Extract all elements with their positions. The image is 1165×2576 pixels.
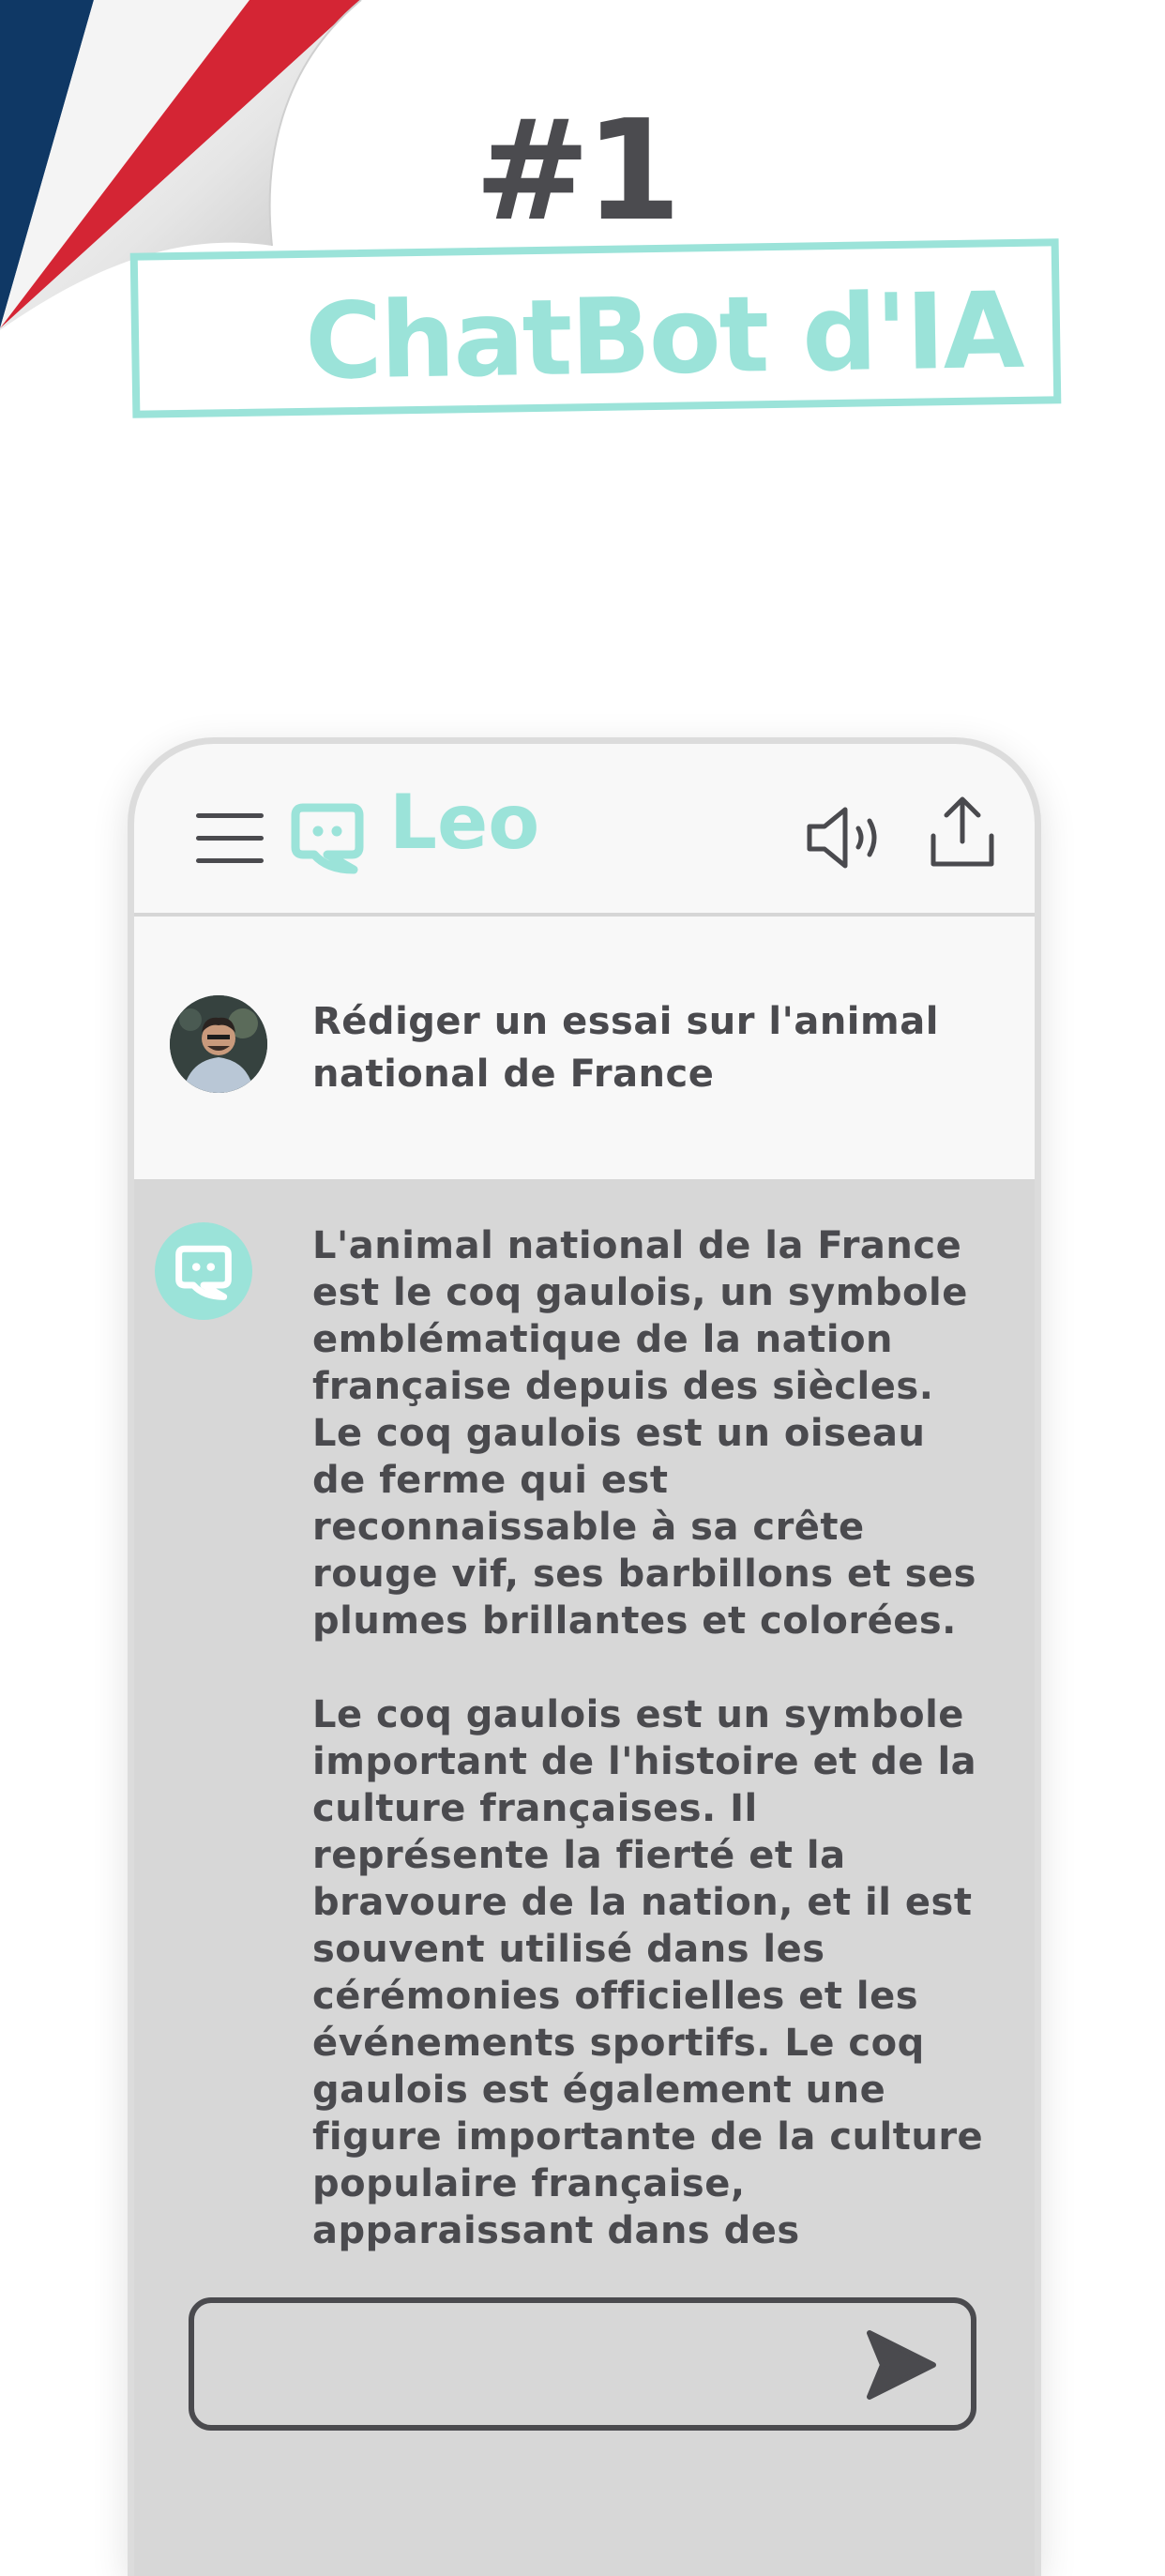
- app-brand-name: Leo: [389, 779, 540, 866]
- bot-message: L'animal national de la France est le co…: [134, 1179, 1035, 2252]
- user-message-text: Rédiger un essai sur l'animal national d…: [312, 1000, 939, 1096]
- app-header: Leo: [134, 744, 1035, 917]
- user-avatar: [170, 995, 267, 1093]
- message-input[interactable]: [189, 2297, 976, 2431]
- speaker-icon[interactable]: [804, 804, 885, 871]
- phone-mockup: Leo Rédiger un essai sur l'animal nation…: [128, 737, 1041, 2576]
- rank-label: #1: [474, 90, 682, 251]
- bot-paragraph: L'animal national de la France est le co…: [312, 1224, 976, 1643]
- send-icon[interactable]: [866, 2327, 937, 2402]
- share-icon[interactable]: [930, 795, 995, 870]
- chat-bubble-icon: [175, 1245, 232, 1300]
- bot-paragraph: Le coq gaulois est un symbole important …: [312, 1693, 984, 2252]
- chat-bubble-icon: [290, 800, 365, 875]
- bot-avatar: [155, 1222, 252, 1320]
- user-message: Rédiger un essai sur l'animal national d…: [134, 917, 1035, 1179]
- menu-icon[interactable]: [196, 813, 264, 864]
- bot-message-text: L'animal national de la France est le co…: [312, 1222, 988, 2254]
- headline: ChatBot d'IA: [304, 269, 1023, 403]
